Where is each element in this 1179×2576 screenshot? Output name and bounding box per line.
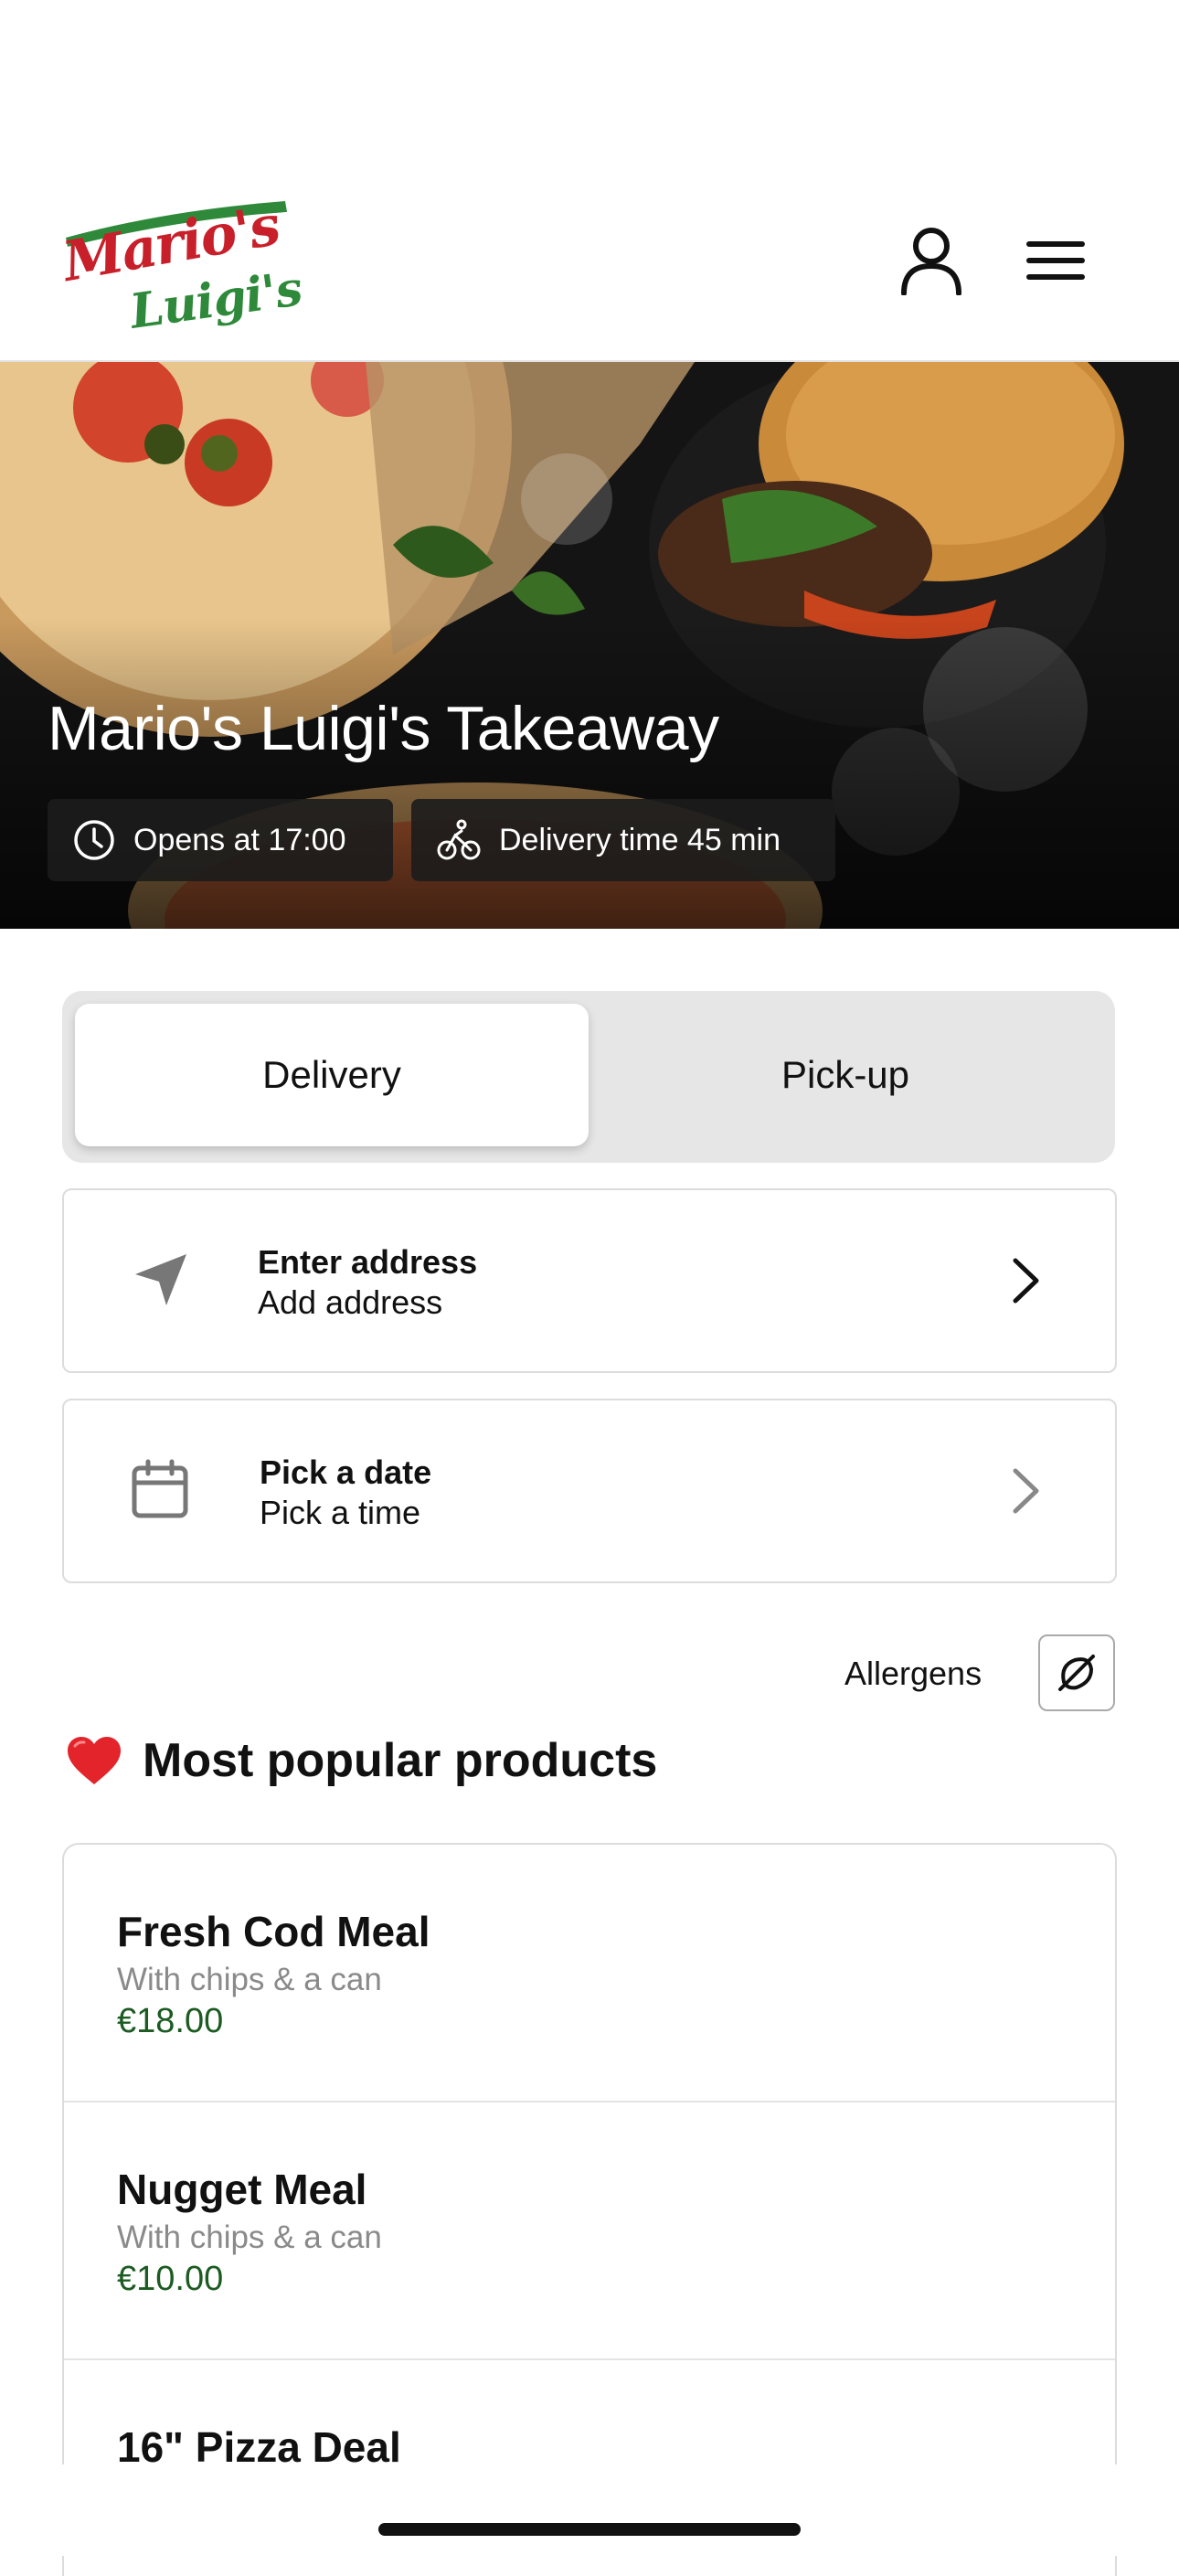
- menu-button[interactable]: [1014, 219, 1097, 302]
- opening-time-text: Opens at 17:00: [133, 822, 346, 857]
- bicycle-icon: [437, 819, 481, 860]
- hamburger-menu-icon: [1026, 241, 1085, 280]
- chevron-right-icon: [1013, 1468, 1039, 1514]
- heart-icon: [68, 1737, 121, 1784]
- date-title: Pick a date: [260, 1453, 432, 1491]
- product-name: Fresh Cod Meal: [117, 1908, 430, 1955]
- app-header: Mario's Luigi's: [0, 0, 1179, 362]
- product-card[interactable]: Nugget Meal With chips & a can €10.00: [64, 2102, 1115, 2360]
- enter-address-row[interactable]: Enter address Add address: [62, 1188, 1117, 1373]
- product-card[interactable]: Fresh Cod Meal With chips & a can €18.00: [64, 1845, 1115, 2102]
- restaurant-logo[interactable]: Mario's Luigi's: [57, 192, 305, 347]
- delivery-time-text: Delivery time 45 min: [499, 822, 781, 857]
- calendar-icon: [132, 1459, 188, 1518]
- opening-time-badge: Opens at 17:00: [48, 799, 393, 881]
- delivery-option[interactable]: Delivery: [75, 1004, 589, 1146]
- pick-date-row[interactable]: Pick a date Pick a time: [62, 1399, 1117, 1583]
- product-price: €18.00: [117, 2002, 224, 2040]
- address-title: Enter address: [258, 1243, 478, 1281]
- restaurant-name: Mario's Luigi's Takeaway: [48, 694, 719, 763]
- product-price: €10.00: [117, 2260, 224, 2298]
- date-subtitle: Pick a time: [260, 1494, 421, 1531]
- product-name: Nugget Meal: [117, 2166, 367, 2213]
- hero-banner: Mario's Luigi's Takeaway Opens at 17:00 …: [0, 362, 1179, 929]
- order-mode-toggle: Delivery Pick-up: [62, 991, 1115, 1163]
- allergens-button[interactable]: [1038, 1634, 1115, 1711]
- chevron-right-icon: [1013, 1258, 1039, 1304]
- allergens-label[interactable]: Allergens: [844, 1655, 982, 1693]
- hero-gradient: [0, 618, 1179, 929]
- popular-section-title: Most popular products: [66, 1733, 657, 1788]
- product-description: With chips & a can: [117, 2219, 382, 2255]
- pickup-option[interactable]: Pick-up: [589, 1004, 1102, 1146]
- no-allergen-icon: [1058, 1655, 1095, 1691]
- product-description: With chips & a can: [117, 1962, 382, 1997]
- popular-section-title-text: Most popular products: [143, 1734, 658, 1787]
- delivery-time-badge: Delivery time 45 min: [411, 799, 835, 881]
- location-arrow-icon: [135, 1254, 186, 1305]
- address-subtitle: Add address: [258, 1283, 443, 1321]
- person-icon: [901, 228, 961, 295]
- clock-icon: [74, 820, 114, 860]
- account-button[interactable]: [890, 219, 972, 302]
- bottom-safe-area: [0, 2464, 1179, 2556]
- home-indicator[interactable]: [378, 2523, 801, 2536]
